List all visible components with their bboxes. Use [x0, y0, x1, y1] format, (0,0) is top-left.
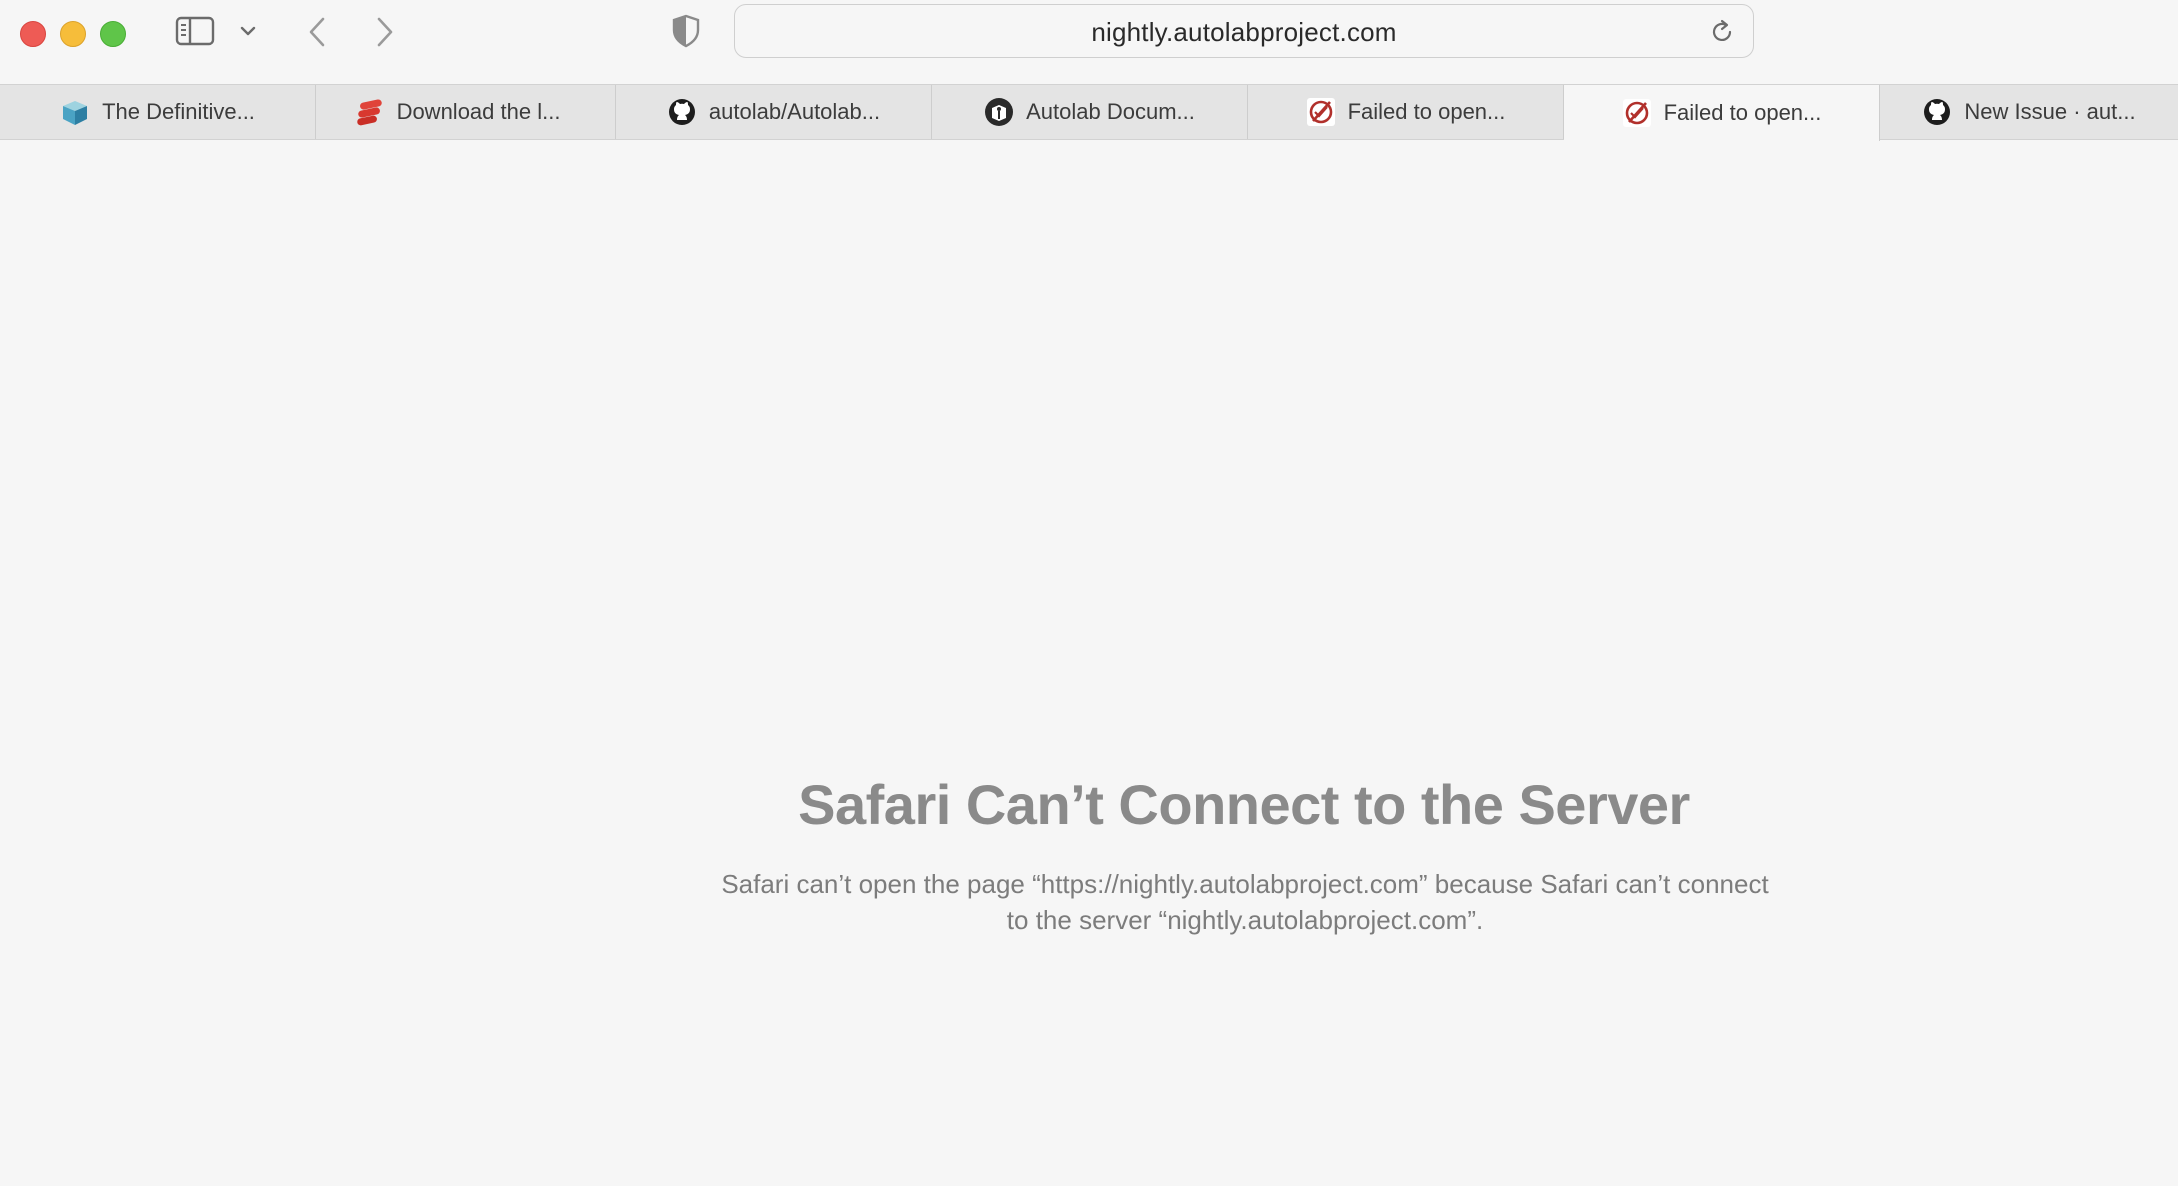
tab-label: Failed to open... — [1663, 100, 1822, 125]
forward-arrow-icon[interactable] — [370, 14, 400, 50]
tab-autolab-repo[interactable]: autolab/Autolab... — [616, 85, 932, 139]
error-message: Safari can’t open the page “https://nigh… — [721, 869, 1769, 935]
book-cube-icon — [60, 97, 90, 127]
download-stack-icon — [355, 97, 385, 127]
tab-new-issue[interactable]: New Issue · aut... — [1880, 85, 2178, 139]
address-bar[interactable]: nightly.autolabproject.com — [734, 4, 1754, 58]
tab-label: New Issue · aut... — [1964, 99, 2136, 124]
zoom-window-button[interactable] — [100, 21, 126, 47]
address-text[interactable]: nightly.autolabproject.com — [735, 5, 1753, 59]
error-title: Safari Can’t Connect to the Server — [798, 773, 1690, 836]
tab-bar: The Definitive... Download the l... auto… — [0, 84, 2178, 141]
tab-the-definitive[interactable]: The Definitive... — [0, 85, 316, 139]
tab-failed-to-open-2[interactable]: Failed to open... — [1564, 85, 1880, 141]
tab-label: Autolab Docum... — [1026, 99, 1195, 124]
tab-label: The Definitive... — [102, 99, 255, 124]
page-content: Safari Can’t Connect to the Server Safar… — [0, 140, 2178, 1186]
browser-toolbar: nightly.autolabproject.com — [0, 0, 2178, 84]
tab-label: autolab/Autolab... — [708, 99, 881, 124]
close-window-button[interactable] — [20, 21, 46, 47]
failed-page-icon — [1622, 98, 1652, 128]
tab-label: Download the l... — [396, 99, 561, 124]
tab-label: Failed to open... — [1347, 99, 1506, 124]
sidebar-icon[interactable] — [172, 14, 218, 48]
tab-failed-to-open-1[interactable]: Failed to open... — [1248, 85, 1564, 139]
reload-icon[interactable] — [1709, 19, 1735, 45]
tab-download[interactable]: Download the l... — [300, 85, 616, 139]
chevron-down-icon[interactable] — [236, 18, 260, 44]
docs-icon — [984, 97, 1014, 127]
tab-autolab-docs[interactable]: Autolab Docum... — [932, 85, 1248, 139]
github-icon — [667, 97, 697, 127]
privacy-shield-icon[interactable] — [668, 12, 704, 50]
back-arrow-icon[interactable] — [302, 14, 332, 50]
minimize-window-button[interactable] — [60, 21, 86, 47]
failed-page-icon — [1306, 97, 1336, 127]
github-icon — [1922, 97, 1952, 127]
